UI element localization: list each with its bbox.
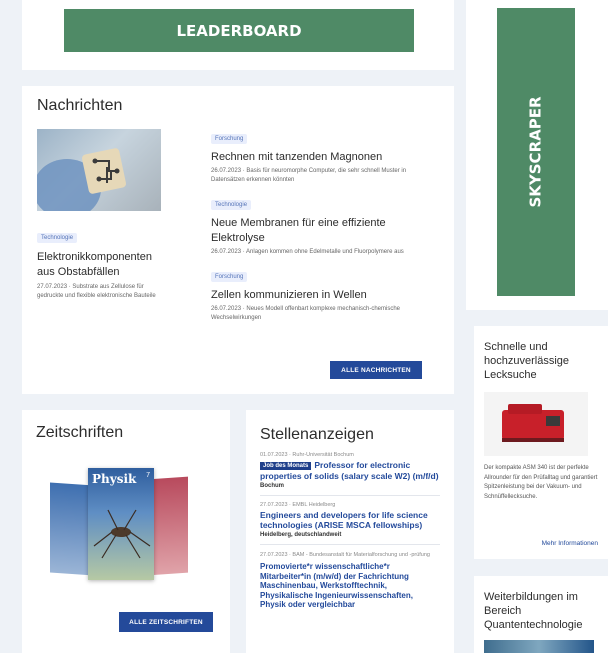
all-news-button[interactable]: ALLE NACHRICHTEN — [330, 361, 422, 379]
journal-cover-number: 7 — [146, 472, 150, 479]
skyscraper-ad[interactable]: SKYSCRAPER — [497, 8, 575, 296]
job-meta: 01.07.2023 · Ruhr-Universität Bochum — [260, 452, 354, 458]
news-item-meta: 26.07.2023 · Anlagen kommen ohne Edelmet… — [211, 249, 404, 255]
news-card: Nachrichten Technologie Elektronikkompon… — [22, 86, 454, 394]
journal-cover-back-right — [148, 476, 188, 576]
job-item[interactable]: 01.07.2023 · Ruhr-Universität Bochum Job… — [260, 452, 440, 489]
job-title[interactable]: Engineers and developers for life scienc… — [260, 510, 440, 530]
leaderboard-card: LEADERBOARD — [22, 0, 454, 70]
job-meta: 27.07.2023 · EMBL Heidelberg — [260, 502, 336, 508]
news-item-headline[interactable]: Rechnen mit tanzenden Magnonen — [211, 150, 431, 165]
job-of-month-badge: Job des Monats — [260, 462, 312, 470]
job-item[interactable]: 27.07.2023 · EMBL Heidelberg Engineers a… — [260, 502, 440, 538]
job-location: Heidelberg, deutschlandweit — [260, 532, 342, 538]
promo-leak-detection-card: Schnelle und hochzuverlässige Lecksuche … — [474, 326, 608, 559]
leak-detector-device-icon — [502, 404, 564, 442]
news-section-title: Nachrichten — [37, 97, 123, 114]
job-title[interactable]: Job des Monats Professor for electronic p… — [260, 460, 440, 481]
news-item-meta: 26.07.2023 · Basis für neuromorphe Compu… — [211, 168, 407, 183]
more-info-link[interactable]: Mehr Informationen — [542, 540, 598, 547]
featured-news-tag[interactable]: Technologie — [37, 233, 78, 243]
mosquito-illustration — [93, 509, 151, 559]
job-title[interactable]: Promovierte*r wissenschaftliche*r Mitarb… — [260, 562, 440, 610]
news-item: Forschung Rechnen mit tanzenden Magnonen… — [211, 127, 431, 185]
jobs-section-title: Stellenanzeigen — [260, 426, 374, 443]
circuit-on-glove-illustration — [37, 148, 126, 211]
news-item-meta: 26.07.2023 · Neues Modell offenbart komp… — [211, 306, 400, 321]
leaderboard-label: LEADERBOARD — [176, 21, 302, 40]
job-item[interactable]: 27.07.2023 · BAM - Bundesanstalt für Mat… — [260, 551, 440, 610]
news-item: Technologie Neue Membranen für eine effi… — [211, 193, 431, 257]
promo-leak-detection-text: Der kompakte ASM 340 ist der perfekte Al… — [484, 465, 598, 500]
promo-quantum-title[interactable]: Weiterbildungen im Bereich Quantentechno… — [484, 590, 600, 632]
journal-covers[interactable]: Physik 7 — [50, 462, 190, 592]
promo-quantum-card: Weiterbildungen im Bereich Quantentechno… — [474, 576, 608, 653]
leak-detector-image[interactable] — [484, 392, 588, 456]
news-item-tag[interactable]: Technologie — [211, 200, 252, 210]
job-location: Bochum — [260, 483, 284, 489]
news-item-headline[interactable]: Neue Membranen für eine effiziente Elekt… — [211, 216, 431, 246]
journal-cover-title: Physik — [92, 472, 137, 486]
news-item-tag[interactable]: Forschung — [211, 134, 248, 144]
all-journals-button[interactable]: ALLE ZEITSCHRIFTEN — [119, 612, 213, 632]
job-meta: 27.07.2023 · BAM - Bundesanstalt für Mat… — [260, 552, 430, 558]
job-divider — [260, 495, 440, 496]
news-item-headline[interactable]: Zellen kommunizieren in Wellen — [211, 288, 431, 303]
leaderboard-ad[interactable]: LEADERBOARD — [64, 9, 414, 52]
job-list: 01.07.2023 · Ruhr-Universität Bochum Job… — [260, 452, 440, 610]
promo-leak-detection-title[interactable]: Schnelle und hochzuverlässige Lecksuche — [484, 340, 600, 382]
journals-card: Zeitschriften Physik 7 ALLE ZEITSCHRIFTE… — [22, 410, 230, 653]
skyscraper-label: SKYSCRAPER — [527, 96, 545, 208]
featured-news-headline[interactable]: Elektronikkomponenten aus Obstabfällen — [37, 250, 167, 280]
news-item-tag[interactable]: Forschung — [211, 272, 248, 282]
featured-news-image[interactable] — [37, 129, 161, 211]
featured-news-meta: 27.07.2023 · Substrate aus Zellulose für… — [37, 284, 156, 299]
news-list: Forschung Rechnen mit tanzenden Magnonen… — [211, 127, 431, 323]
job-divider — [260, 544, 440, 545]
journals-section-title: Zeitschriften — [36, 424, 124, 441]
journal-cover-front: Physik 7 — [88, 468, 154, 580]
promo-quantum-image[interactable] — [484, 640, 594, 653]
skyscraper-card: SKYSCRAPER — [466, 0, 608, 310]
jobs-card: Stellenanzeigen 01.07.2023 · Ruhr-Univer… — [246, 410, 454, 653]
news-item: Forschung Zellen kommunizieren in Wellen… — [211, 265, 431, 323]
